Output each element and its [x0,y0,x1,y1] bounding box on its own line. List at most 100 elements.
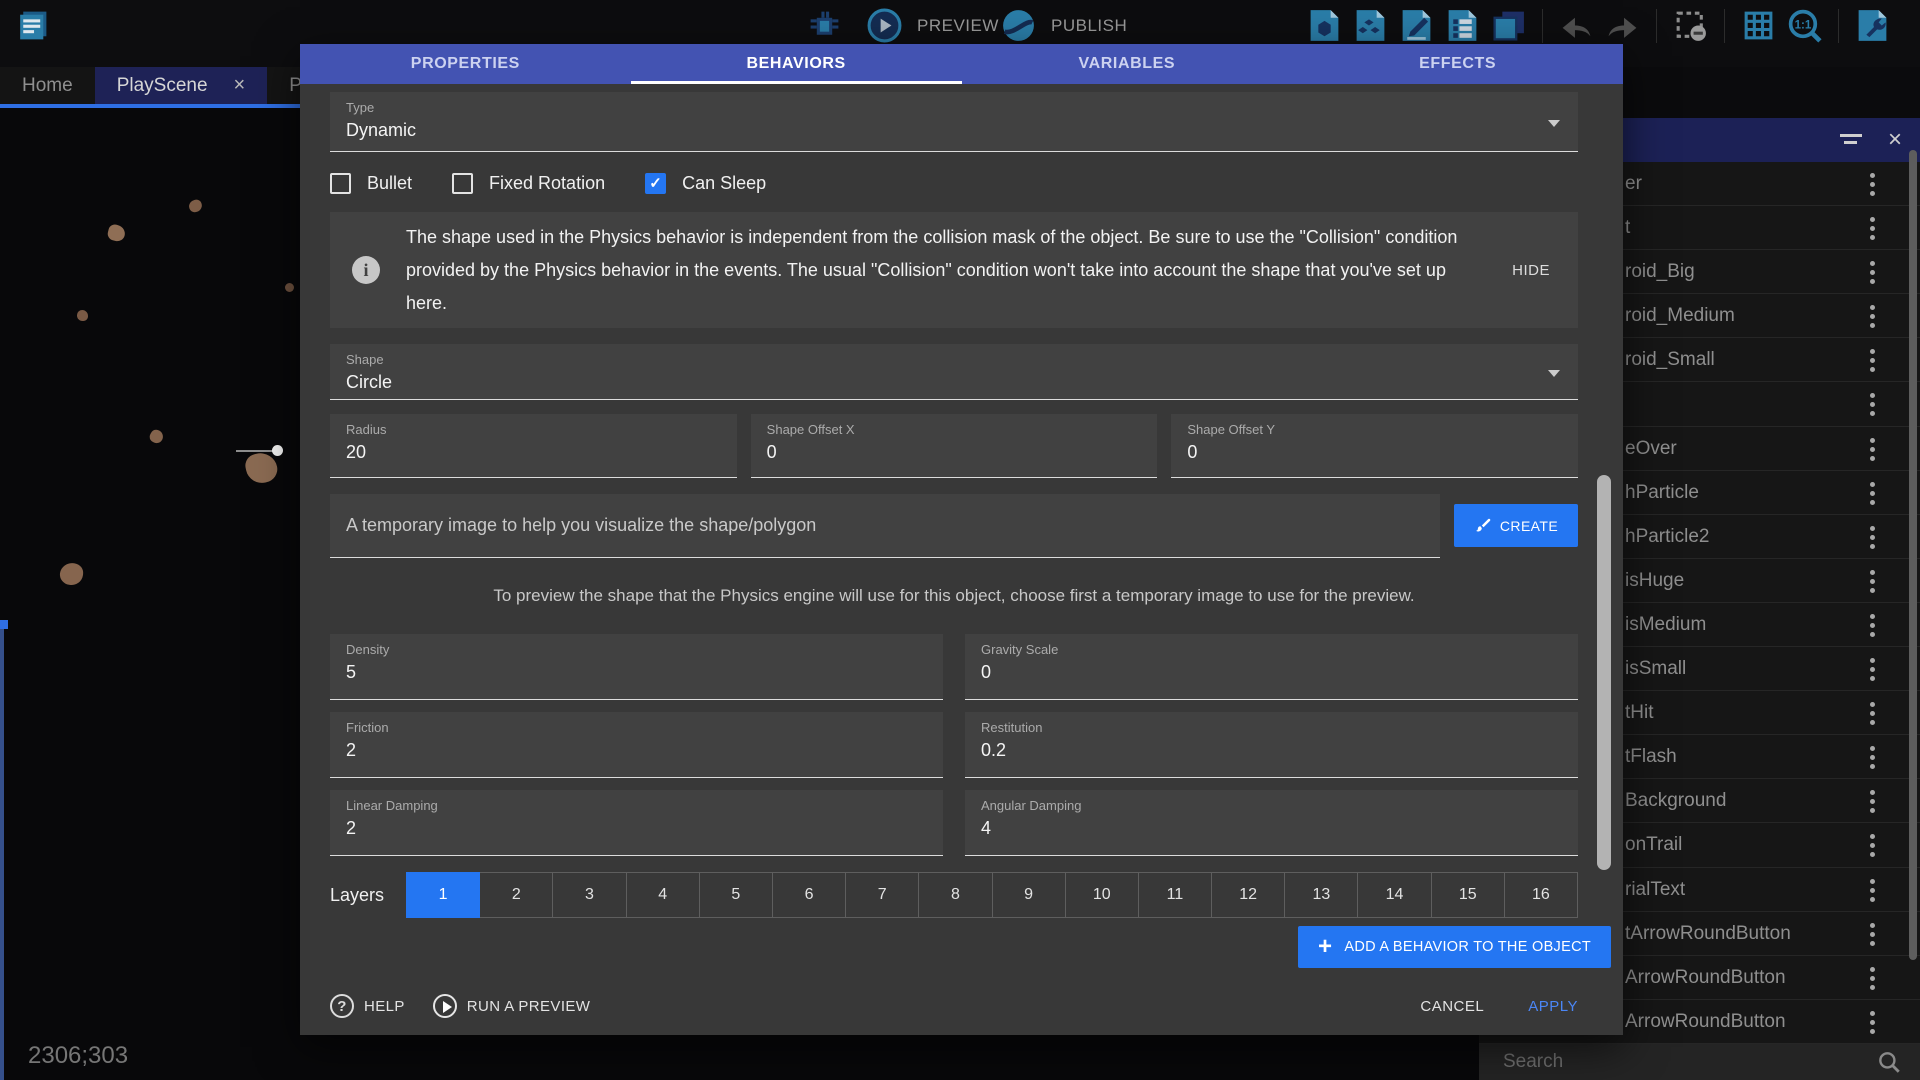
kebab-menu-icon[interactable] [1870,217,1876,244]
layers-icon[interactable] [1490,7,1527,44]
kebab-menu-icon[interactable] [1870,658,1876,685]
kebab-menu-icon[interactable] [1870,173,1876,200]
asteroid-sprite[interactable] [106,223,126,243]
asteroid-sprite[interactable] [77,310,88,321]
layer-cell-1[interactable]: 1 [406,872,480,918]
objects-groups-icon[interactable] [1352,7,1389,44]
close-tab-icon[interactable]: × [234,74,246,97]
restitution-field[interactable]: Restitution 0.2 [965,712,1578,778]
kebab-menu-icon[interactable] [1870,746,1876,773]
kebab-menu-icon[interactable] [1870,349,1876,376]
asteroid-sprite[interactable] [148,428,166,446]
publish-button[interactable]: PUBLISH [1000,7,1127,44]
add-object-icon[interactable] [1306,7,1343,44]
kebab-menu-icon[interactable] [1870,834,1876,861]
layers-row: Layers 1 2 3 4 5 6 7 8 9 10 11 12 13 14 … [330,872,1578,918]
layer-cell-2[interactable]: 2 [480,872,553,918]
radius-field[interactable]: Radius 20 [330,414,737,478]
layer-cell-11[interactable]: 11 [1139,872,1212,918]
density-field[interactable]: Density 5 [330,634,943,700]
tab-properties[interactable]: PROPERTIES [300,44,631,84]
layer-cells: 1 2 3 4 5 6 7 8 9 10 11 12 13 14 15 16 [406,872,1578,918]
kebab-menu-icon[interactable] [1870,1011,1876,1038]
layer-cell-14[interactable]: 14 [1358,872,1431,918]
undo-icon[interactable] [1558,7,1595,44]
edit-collision-mask-icon[interactable] [1672,7,1709,44]
shape-offset-x-field[interactable]: Shape Offset X 0 [751,414,1158,478]
layer-cell-12[interactable]: 12 [1212,872,1285,918]
search-input[interactable] [1479,1051,1876,1073]
scene-properties-icon[interactable] [1854,7,1891,44]
kebab-menu-icon[interactable] [1870,790,1876,817]
edit-scene-icon[interactable] [1398,7,1435,44]
checkbox-unchecked-icon[interactable] [330,173,351,194]
events-list-icon[interactable] [1444,7,1481,44]
checkbox-checked-icon[interactable]: ✓ [645,173,666,194]
create-button[interactable]: CREATE [1454,504,1578,547]
layer-cell-7[interactable]: 7 [846,872,919,918]
debug-button[interactable] [806,7,843,44]
kebab-menu-icon[interactable] [1870,614,1876,641]
apply-button[interactable]: APPLY [1528,998,1578,1015]
kebab-menu-icon[interactable] [1870,261,1876,288]
joint-handle[interactable] [272,445,283,456]
kebab-menu-icon[interactable] [1870,438,1876,465]
preview-button[interactable]: PREVIEW [866,7,999,44]
asteroid-sprite[interactable] [59,562,85,587]
layer-cell-3[interactable]: 3 [553,872,626,918]
can-sleep-checkbox[interactable]: ✓ Can Sleep [645,173,766,194]
shape-offset-y-field[interactable]: Shape Offset Y 0 [1171,414,1578,478]
kebab-menu-icon[interactable] [1870,967,1876,994]
close-panel-icon[interactable]: × [1888,128,1902,152]
type-select[interactable]: Type Dynamic [330,92,1578,152]
add-behavior-button[interactable]: + ADD A BEHAVIOR TO THE OBJECT [1298,926,1611,968]
tab-effects[interactable]: EFFECTS [1292,44,1623,84]
asteroid-sprite[interactable] [187,198,203,214]
hide-button[interactable]: HIDE [1506,254,1556,287]
kebab-menu-icon[interactable] [1870,526,1876,553]
tab-home[interactable]: Home [0,67,95,104]
tab-behaviors[interactable]: BEHAVIORS [631,44,962,84]
friction-field[interactable]: Friction 2 [330,712,943,778]
cancel-button[interactable]: CANCEL [1420,998,1484,1015]
asteroid-sprite[interactable] [285,283,294,292]
layer-cell-15[interactable]: 15 [1432,872,1505,918]
layer-cell-5[interactable]: 5 [700,872,773,918]
bullet-checkbox[interactable]: Bullet [330,173,412,194]
kebab-menu-icon[interactable] [1870,879,1876,906]
tab-playscene[interactable]: PlayScene × [95,67,268,104]
gravity-scale-field[interactable]: Gravity Scale 0 [965,634,1578,700]
kebab-menu-icon[interactable] [1870,570,1876,597]
layer-cell-4[interactable]: 4 [627,872,700,918]
layer-cell-13[interactable]: 13 [1285,872,1358,918]
kebab-menu-icon[interactable] [1870,393,1876,420]
kebab-menu-icon[interactable] [1870,482,1876,509]
panel-scrollbar[interactable] [1909,150,1917,960]
tab-behaviors-label: BEHAVIORS [746,55,845,73]
layer-cell-16[interactable]: 16 [1505,872,1578,918]
kebab-menu-icon[interactable] [1870,305,1876,332]
can-sleep-label: Can Sleep [682,173,766,194]
kebab-menu-icon[interactable] [1870,923,1876,950]
layer-cell-9[interactable]: 9 [993,872,1066,918]
help-button[interactable]: ? HELP [330,994,405,1018]
dialog-scrollbar[interactable] [1597,475,1611,870]
linear-damping-field[interactable]: Linear Damping 2 [330,790,943,856]
layer-cell-10[interactable]: 10 [1066,872,1139,918]
grid-icon[interactable] [1740,7,1777,44]
filter-icon[interactable] [1840,133,1862,147]
run-preview-button[interactable]: RUN A PREVIEW [433,994,591,1018]
kebab-menu-icon[interactable] [1870,702,1876,729]
redo-icon[interactable] [1604,7,1641,44]
tab-variables[interactable]: VARIABLES [962,44,1293,84]
checkbox-unchecked-icon[interactable] [452,173,473,194]
zoom-1-1-icon[interactable]: 1:1 [1786,7,1823,44]
temp-image-field[interactable]: A temporary image to help you visualize … [330,494,1440,558]
angular-damping-field[interactable]: Angular Damping 4 [965,790,1578,856]
layer-cell-6[interactable]: 6 [773,872,846,918]
project-manager-button[interactable] [14,7,51,44]
shape-select[interactable]: Shape Circle [330,344,1578,400]
selection-handle[interactable] [0,620,8,629]
layer-cell-8[interactable]: 8 [919,872,992,918]
fixed-rotation-checkbox[interactable]: Fixed Rotation [452,173,605,194]
